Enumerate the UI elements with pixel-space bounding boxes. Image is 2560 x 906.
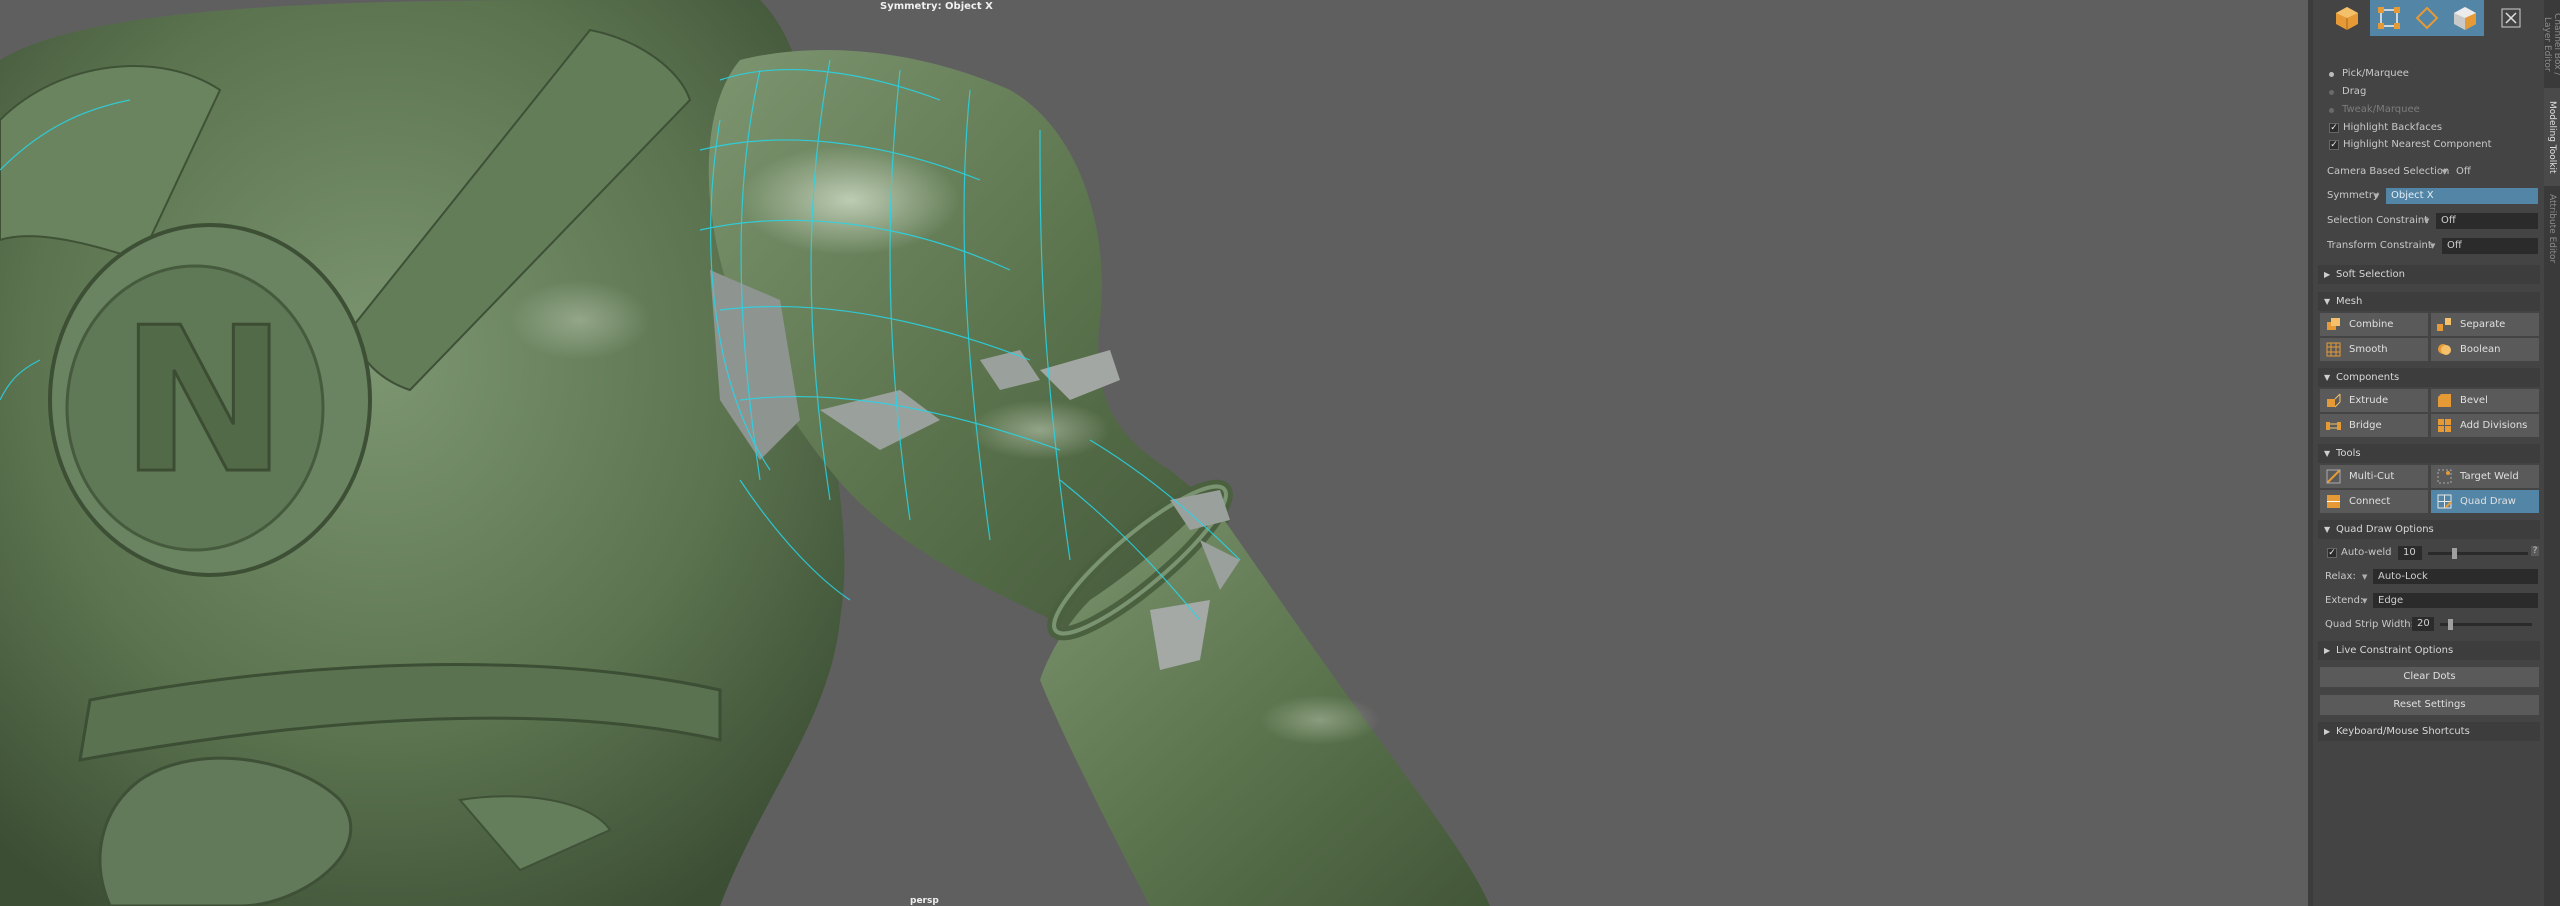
expand-arrow-icon: ▶ [2324, 646, 2331, 655]
side-tab-strip: Channel Box / Layer Editor Modeling Tool… [2542, 0, 2560, 906]
symmetry-label: Symmetry [2327, 190, 2379, 201]
quad-strip-width-label: Quad Strip Width: [2325, 619, 2414, 630]
smooth-icon [2326, 342, 2341, 357]
target-weld-icon [2437, 469, 2452, 484]
sculpt-model[interactable]: N [0, 0, 2308, 906]
selection-constraint-field[interactable]: Off [2436, 213, 2538, 229]
transform-constraint-dropdown-icon[interactable]: ▼ [2430, 242, 2435, 250]
extend-dropdown-icon[interactable]: ▼ [2362, 597, 2367, 605]
separate-button[interactable]: Separate [2431, 313, 2539, 336]
collapse-arrow-icon: ▼ [2324, 373, 2331, 382]
symmetry-hud: Symmetry: Object X [880, 1, 993, 12]
boolean-button[interactable]: Boolean [2431, 338, 2539, 361]
quad-strip-width-slider[interactable] [2440, 623, 2532, 626]
tweak-marquee-label: Tweak/Marquee [2342, 104, 2420, 115]
highlight-backfaces-label: Highlight Backfaces [2343, 122, 2443, 133]
live-constraint-section[interactable]: ▶ Live Constraint Options [2318, 641, 2540, 660]
components-section-header[interactable]: ▼ Components [2318, 368, 2540, 387]
component-mode-icon[interactable] [2446, 0, 2484, 36]
soft-selection-section[interactable]: ▶ Soft Selection [2318, 265, 2540, 284]
clear-dots-button[interactable]: Clear Dots [2320, 667, 2539, 687]
uv-mode-icon[interactable] [2408, 0, 2446, 36]
relax-field[interactable]: Auto-Lock [2373, 569, 2538, 584]
bevel-button[interactable]: Bevel [2431, 389, 2539, 412]
auto-weld-value-field[interactable]: 10 [2398, 546, 2422, 560]
quad-strip-width-field[interactable]: 20 [2412, 617, 2434, 631]
relax-label: Relax: [2325, 571, 2356, 582]
collapse-arrow-icon: ▼ [2324, 297, 2331, 306]
multi-cut-button[interactable]: Multi-Cut [2320, 465, 2428, 488]
quad-draw-icon [2437, 494, 2452, 509]
pick-marquee-label: Pick/Marquee [2342, 68, 2409, 79]
separate-icon [2437, 318, 2451, 331]
boolean-icon [2438, 344, 2451, 355]
expand-arrow-icon: ▶ [2324, 727, 2331, 736]
tweak-marquee-radio [2329, 108, 2334, 113]
tab-modeling-toolkit[interactable]: Modeling Toolkit [2544, 88, 2560, 186]
symmetry-dropdown-icon[interactable]: ▼ [2374, 192, 2379, 200]
smooth-button[interactable]: Smooth [2320, 338, 2428, 361]
extrude-button[interactable]: Extrude [2320, 389, 2428, 412]
multi-component-icon[interactable] [2370, 0, 2408, 36]
help-icon[interactable]: ? [2531, 546, 2539, 556]
quad-draw-options-header[interactable]: ▼ Quad Draw Options [2318, 520, 2540, 539]
drag-label: Drag [2342, 86, 2367, 97]
relax-dropdown-icon[interactable]: ▼ [2362, 573, 2367, 581]
mesh-section-header[interactable]: ▼ Mesh [2318, 292, 2540, 311]
highlight-nearest-checkbox[interactable]: ✓ [2329, 140, 2339, 150]
collapse-arrow-icon: ▼ [2324, 449, 2331, 458]
collapse-arrow-icon: ▼ [2324, 525, 2331, 534]
bridge-button[interactable]: Bridge [2320, 414, 2428, 437]
quad-draw-button[interactable]: Quad Draw [2431, 490, 2539, 513]
reset-settings-button[interactable]: Reset Settings [2320, 695, 2539, 715]
extend-label: Extend: [2325, 595, 2364, 606]
object-mode-icon[interactable] [2328, 0, 2366, 36]
auto-weld-slider-handle[interactable] [2452, 548, 2457, 559]
bridge-icon [2326, 422, 2341, 430]
bevel-icon [2438, 394, 2451, 407]
combine-icon [2327, 318, 2340, 330]
camera-based-selection-value[interactable]: Off [2456, 166, 2471, 177]
camera-based-dropdown-icon[interactable]: ▼ [2442, 168, 2447, 176]
transform-constraint-field[interactable]: Off [2442, 238, 2538, 254]
add-divisions-button[interactable]: Add Divisions [2431, 414, 2539, 437]
pick-marquee-radio[interactable] [2329, 72, 2334, 77]
connect-button[interactable]: Connect [2320, 490, 2428, 513]
tab-channel-box[interactable]: Channel Box / Layer Editor [2542, 0, 2560, 88]
selection-constraint-label: Selection Constraint [2327, 215, 2429, 226]
highlight-nearest-label: Highlight Nearest Component [2343, 139, 2492, 150]
connect-icon [2327, 495, 2340, 508]
auto-weld-checkbox[interactable]: ✓ [2327, 548, 2337, 558]
highlight-backfaces-checkbox[interactable]: ✓ [2329, 123, 2339, 133]
auto-weld-label: Auto-weld [2341, 547, 2392, 558]
symmetry-field[interactable]: Object X [2386, 188, 2538, 204]
transform-constraint-label: Transform Constraint [2327, 240, 2432, 251]
extrude-icon [2327, 393, 2341, 408]
tools-section-header[interactable]: ▼ Tools [2318, 444, 2540, 463]
multi-cut-icon [2326, 469, 2341, 484]
combine-button[interactable]: Combine [2320, 313, 2428, 336]
auto-weld-slider[interactable] [2428, 552, 2528, 555]
expand-arrow-icon: ▶ [2324, 270, 2331, 279]
tab-attribute-editor[interactable]: Attribute Editor [2544, 186, 2560, 272]
drag-radio[interactable] [2329, 90, 2334, 95]
camera-label: persp [910, 896, 939, 906]
extend-field[interactable]: Edge [2373, 593, 2538, 608]
3d-viewport[interactable]: N Symmetry: Object X persp [0, 0, 2308, 906]
target-weld-button[interactable]: Target Weld [2431, 465, 2539, 488]
selection-constraint-dropdown-icon[interactable]: ▼ [2424, 217, 2429, 225]
close-toolkit-icon[interactable] [2490, 0, 2532, 36]
camera-based-selection-label: Camera Based Selection [2327, 166, 2450, 177]
add-divisions-icon [2438, 419, 2451, 432]
quad-strip-width-slider-handle[interactable] [2448, 619, 2453, 630]
keyboard-shortcuts-section[interactable]: ▶ Keyboard/Mouse Shortcuts [2318, 722, 2540, 741]
svg-text:N: N [120, 285, 287, 518]
